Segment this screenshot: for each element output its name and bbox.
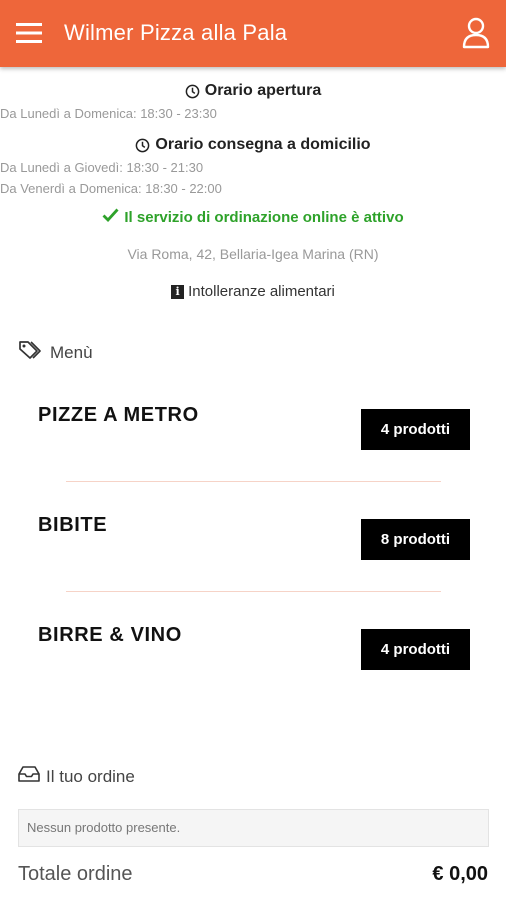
app-bar: Wilmer Pizza alla Pala bbox=[0, 0, 506, 67]
category-divider bbox=[66, 591, 441, 592]
allergy-info-label: Intolleranze alimentari bbox=[188, 283, 335, 300]
order-items-box: Nessun prodotto presente. bbox=[18, 809, 489, 847]
order-total-label: Totale ordine bbox=[18, 863, 133, 885]
opening-hours-text: Da Lunedì a Domenica: 18:30 - 23:30 bbox=[0, 106, 217, 121]
category-name: PIZZE A METRO bbox=[38, 404, 199, 426]
checkmark-icon bbox=[102, 208, 119, 226]
allergy-info-link[interactable]: i Intolleranze alimentari bbox=[0, 283, 506, 300]
category-divider bbox=[66, 481, 441, 482]
user-icon[interactable] bbox=[462, 17, 490, 49]
delivery-hours-weekend: Da Venerdì a Domenica: 18:30 - 22:00 bbox=[0, 181, 222, 196]
category-count-badge: 8 prodotti bbox=[361, 519, 470, 560]
hamburger-menu-icon[interactable] bbox=[15, 21, 45, 47]
category-birre-vino[interactable]: BIRRE & VINO 4 prodotti bbox=[0, 608, 506, 718]
tags-icon bbox=[18, 340, 44, 365]
category-name: BIRRE & VINO bbox=[38, 624, 182, 646]
opening-hours-label: Orario apertura bbox=[204, 82, 322, 99]
inbox-icon bbox=[18, 765, 40, 788]
menu-heading-label: Menù bbox=[50, 342, 93, 362]
delivery-hours-weekday: Da Lunedì a Giovedì: 18:30 - 21:30 bbox=[0, 160, 204, 175]
delivery-hours-title: Orario consegna a domicilio bbox=[0, 134, 506, 156]
opening-hours-title: Orario apertura bbox=[0, 80, 506, 102]
restaurant-address: Via Roma, 42, Bellaria-Igea Marina (RN) bbox=[127, 246, 379, 262]
app-title: Wilmer Pizza alla Pala bbox=[64, 20, 288, 45]
order-heading: Il tuo ordine bbox=[18, 765, 135, 788]
info-icon: i bbox=[171, 284, 185, 299]
order-heading-label: Il tuo ordine bbox=[46, 766, 135, 786]
category-count-badge: 4 prodotti bbox=[361, 409, 470, 450]
clock-icon bbox=[135, 138, 150, 153]
order-total-value: € 0,00 bbox=[432, 863, 488, 885]
delivery-hours-label: Orario consegna a domicilio bbox=[155, 136, 371, 153]
online-status-text: Il servizio di ordinazione online è atti… bbox=[124, 208, 404, 226]
online-status: Il servizio di ordinazione online è atti… bbox=[0, 208, 506, 226]
menu-heading: Menù bbox=[18, 340, 93, 365]
category-name: BIBITE bbox=[38, 514, 108, 536]
clock-icon bbox=[185, 84, 200, 99]
category-count-badge: 4 prodotti bbox=[361, 629, 470, 670]
